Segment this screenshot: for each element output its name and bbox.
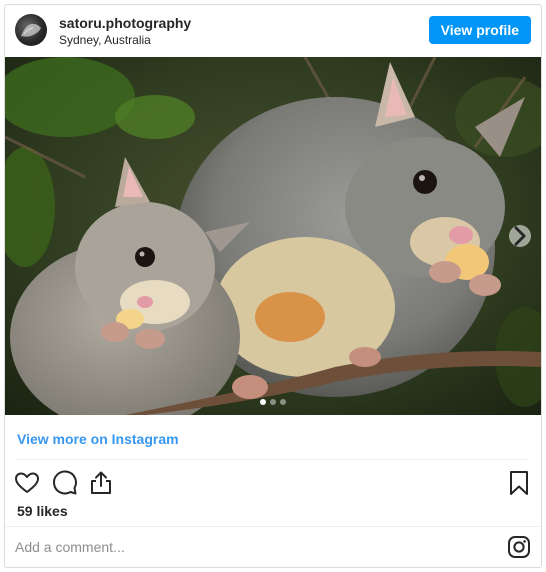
carousel-dot-active <box>260 399 266 405</box>
carousel-dot <box>270 399 276 405</box>
action-bar <box>5 465 541 501</box>
comment-button[interactable] <box>51 469 79 497</box>
comment-icon <box>53 470 77 495</box>
chevron-right-icon <box>514 226 526 246</box>
carousel-dot <box>280 399 286 405</box>
save-button[interactable] <box>505 469 533 497</box>
view-more-link[interactable]: View more on Instagram <box>17 431 179 447</box>
divider <box>5 526 541 527</box>
divider <box>17 459 529 460</box>
instagram-embed-card: satoru.photography Sydney, Australia Vie… <box>4 4 542 568</box>
instagram-logo-button[interactable] <box>507 535 531 559</box>
bookmark-icon <box>510 471 528 495</box>
like-button[interactable] <box>13 469 41 497</box>
username[interactable]: satoru.photography <box>59 15 191 31</box>
carousel-dots <box>5 399 541 405</box>
likes-count[interactable]: 59 likes <box>17 503 68 519</box>
comment-input[interactable] <box>15 535 485 559</box>
possum-photo <box>5 57 541 415</box>
carousel-next-button[interactable] <box>509 225 531 247</box>
share-icon <box>91 471 111 494</box>
location[interactable]: Sydney, Australia <box>59 33 151 47</box>
share-button[interactable] <box>87 469 115 497</box>
post-header: satoru.photography Sydney, Australia Vie… <box>5 5 541 57</box>
view-profile-button[interactable]: View profile <box>428 16 531 44</box>
instagram-icon <box>508 536 530 558</box>
avatar[interactable] <box>15 14 47 46</box>
heart-icon <box>15 472 39 493</box>
post-image[interactable] <box>5 57 541 415</box>
